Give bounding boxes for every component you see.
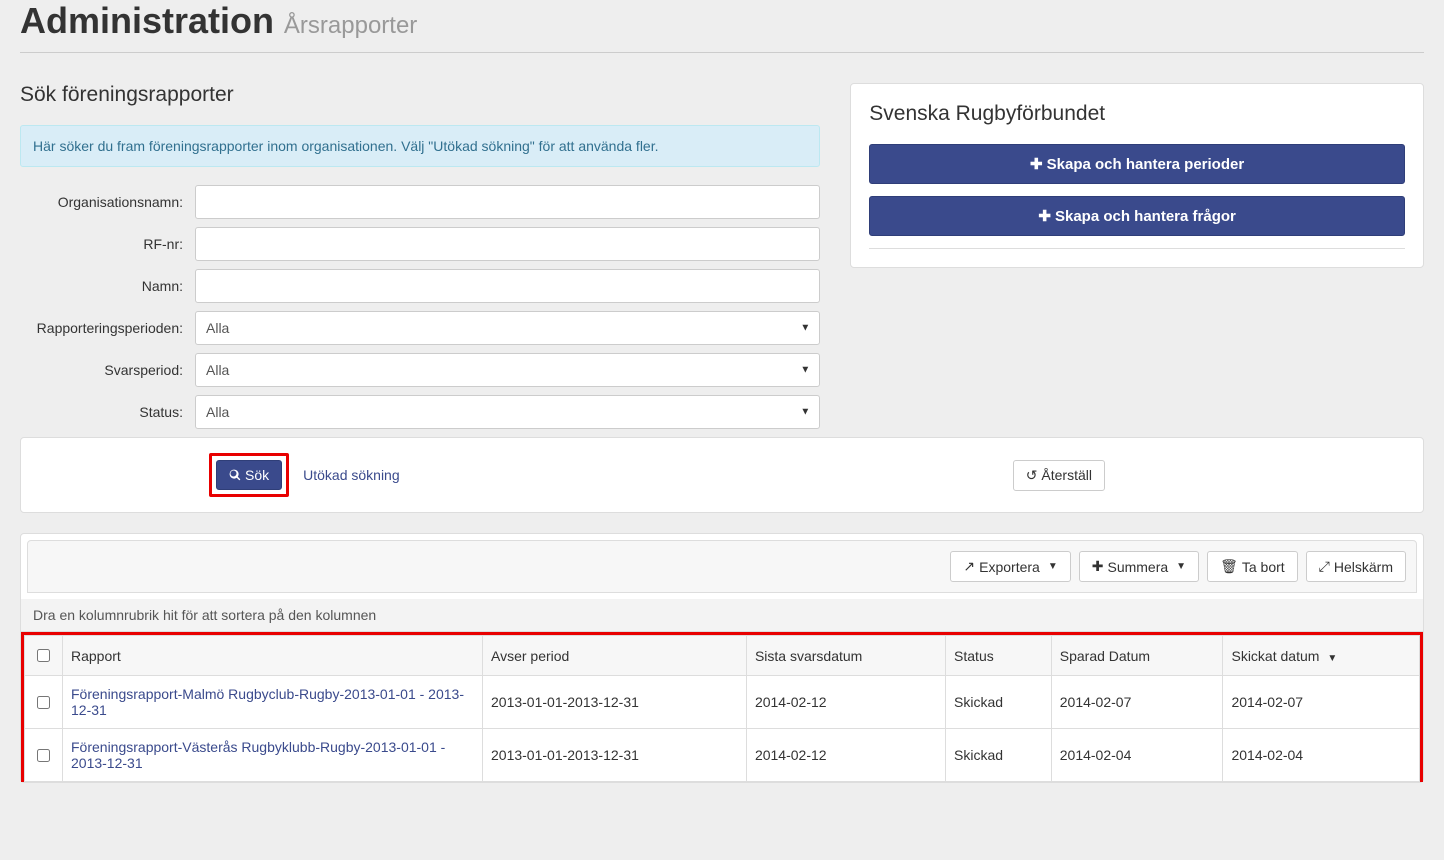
col-status[interactable]: Status	[946, 636, 1052, 676]
create-questions-button[interactable]: ✚ Skapa och hantera frågor	[869, 196, 1405, 236]
label-name: Namn:	[20, 278, 195, 294]
delete-button[interactable]: 🗑 Ta bort	[1207, 551, 1298, 582]
search-button[interactable]: Sök	[216, 460, 282, 490]
reset-button[interactable]: ↺ Återställ	[1013, 460, 1105, 491]
chevron-down-icon: ▼	[1048, 561, 1058, 572]
plus-icon: ✚	[1030, 155, 1043, 173]
trash-icon: 🗑	[1220, 558, 1238, 575]
label-period: Rapporteringsperioden:	[20, 320, 195, 336]
page-subtitle: Årsrapporter	[284, 12, 417, 39]
sum-button[interactable]: ✚ Summera ▼	[1079, 551, 1199, 582]
sort-desc-icon: ▼	[1327, 653, 1337, 664]
org-input[interactable]	[195, 185, 820, 219]
col-deadline[interactable]: Sista svarsdatum	[746, 636, 945, 676]
period-select[interactable]: Alla	[195, 311, 820, 345]
svar-select[interactable]: Alla	[195, 353, 820, 387]
search-action-bar: Sök Utökad sökning ↺ Återställ	[20, 437, 1424, 513]
report-link[interactable]: Föreningsrapport-Malmö Rugbyclub-Rugby-2…	[71, 686, 464, 718]
results-panel: ↗ Exportera ▼ ✚ Summera ▼ 🗑 Ta bort ⤢ He…	[20, 533, 1424, 783]
extended-search-link[interactable]: Utökad sökning	[303, 467, 400, 483]
fullscreen-button[interactable]: ⤢ Helskärm	[1306, 551, 1406, 582]
group-hint[interactable]: Dra en kolumnrubrik hit för att sortera …	[21, 599, 1423, 632]
expand-icon: ⤢	[1319, 558, 1330, 575]
label-svar: Svarsperiod:	[20, 362, 195, 378]
status-select[interactable]: Alla	[195, 395, 820, 429]
search-panel: Sök föreningsrapporter Här söker du fram…	[20, 83, 820, 429]
name-input[interactable]	[195, 269, 820, 303]
search-icon	[229, 469, 241, 481]
rfnr-input[interactable]	[195, 227, 820, 261]
col-saved[interactable]: Sparad Datum	[1051, 636, 1223, 676]
create-periods-button[interactable]: ✚ Skapa och hantera perioder	[869, 144, 1405, 184]
report-link[interactable]: Föreningsrapport-Västerås Rugbyklubb-Rug…	[71, 739, 445, 771]
plus-square-icon: ✚	[1092, 558, 1104, 575]
label-status: Status:	[20, 404, 195, 420]
divider	[869, 248, 1405, 249]
sidebar-title: Svenska Rugbyförbundet	[869, 102, 1405, 126]
row-checkbox[interactable]	[37, 696, 50, 709]
row-checkbox[interactable]	[37, 749, 50, 762]
col-sent[interactable]: Skickat datum ▼	[1223, 636, 1420, 676]
search-title: Sök föreningsrapporter	[20, 83, 820, 107]
table-row: Föreningsrapport-Malmö Rugbyclub-Rugby-2…	[25, 676, 1420, 729]
export-button[interactable]: ↗ Exportera ▼	[950, 551, 1070, 582]
label-rfnr: RF-nr:	[20, 236, 195, 252]
page-title: Administration	[20, 0, 274, 41]
undo-icon: ↺	[1026, 467, 1038, 484]
table-row: Föreningsrapport-Västerås Rugbyklubb-Rug…	[25, 729, 1420, 782]
info-alert: Här söker du fram föreningsrapporter ino…	[20, 125, 820, 167]
export-icon: ↗	[963, 558, 975, 575]
sidebar-panel: Svenska Rugbyförbundet ✚ Skapa och hante…	[850, 83, 1424, 268]
col-period[interactable]: Avser period	[483, 636, 747, 676]
select-all-checkbox[interactable]	[37, 649, 50, 662]
label-org: Organisationsnamn:	[20, 194, 195, 210]
results-table: Rapport Avser period Sista svarsdatum St…	[24, 635, 1420, 782]
page-header: Administration Årsrapporter	[20, 0, 1424, 53]
results-toolbar: ↗ Exportera ▼ ✚ Summera ▼ 🗑 Ta bort ⤢ He…	[27, 540, 1417, 593]
col-report[interactable]: Rapport	[63, 636, 483, 676]
plus-icon: ✚	[1038, 207, 1051, 225]
chevron-down-icon: ▼	[1176, 561, 1186, 572]
